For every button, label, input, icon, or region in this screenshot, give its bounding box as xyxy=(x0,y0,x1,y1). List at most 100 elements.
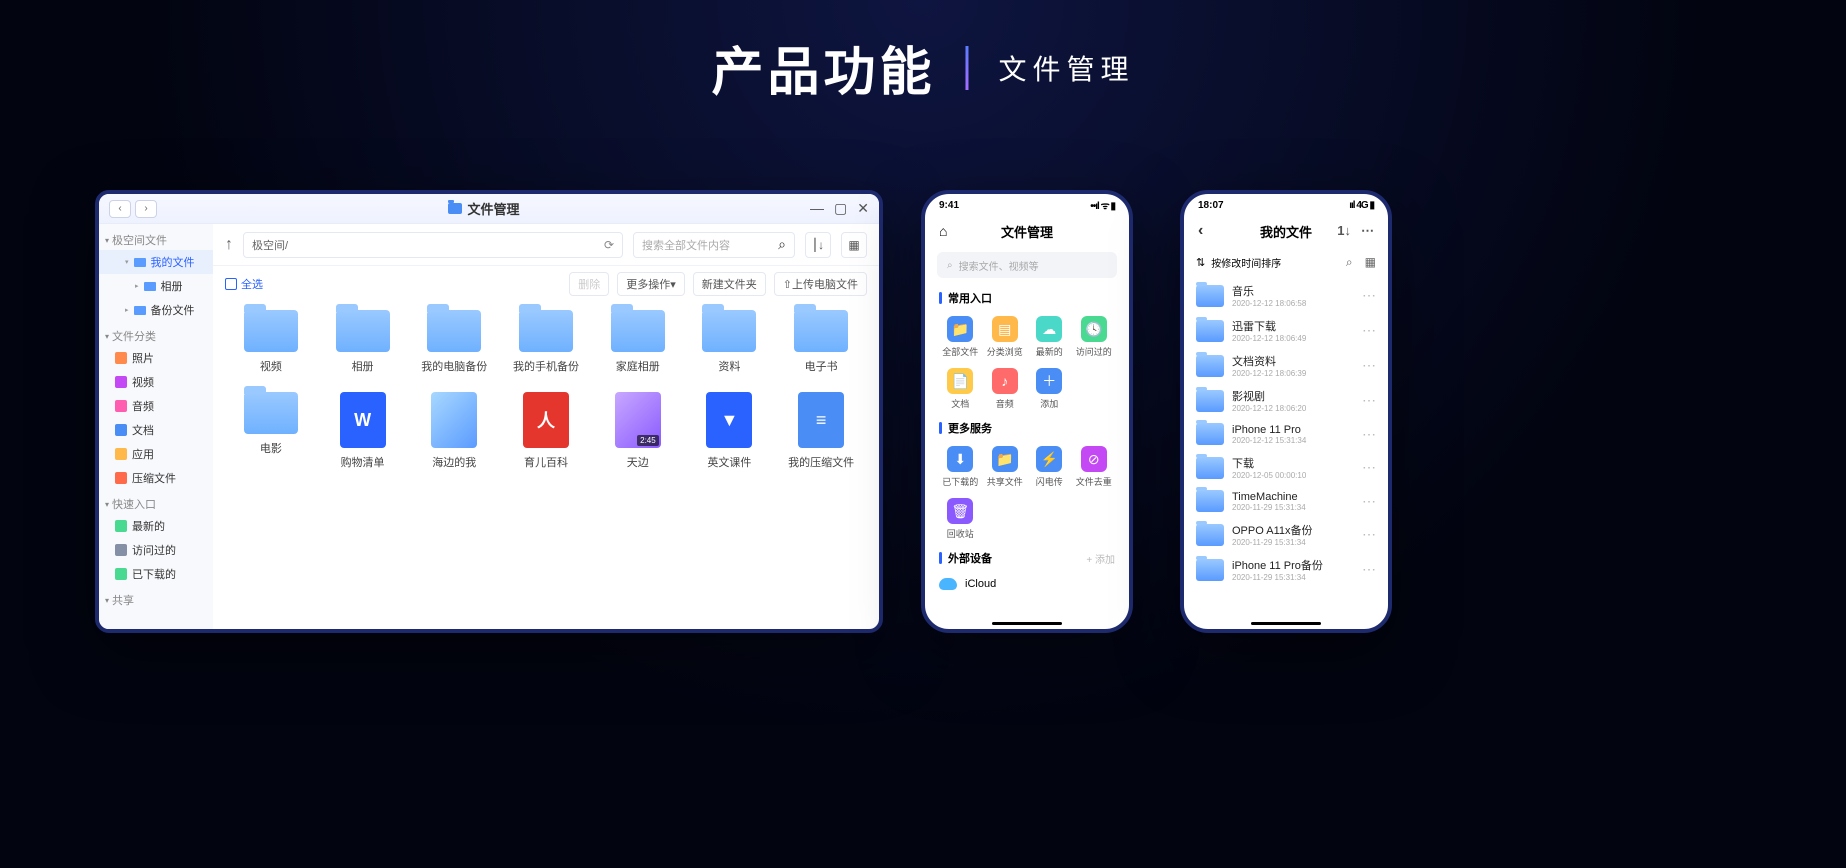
row-more-icon[interactable]: ⋯ xyxy=(1362,426,1376,443)
folder-row[interactable]: iPhone 11 Pro2020-12-12 15:31:34⋯ xyxy=(1196,418,1376,450)
app-tile[interactable]: 📁共享文件 xyxy=(984,442,1027,492)
file-name: 电影 xyxy=(260,440,282,456)
path-bar[interactable]: 极空间/ ⟳ xyxy=(243,232,623,258)
folder-date: 2020-11-29 15:31:34 xyxy=(1232,538,1354,547)
more-icon[interactable]: ⋯ xyxy=(1361,223,1374,239)
sidebar-album[interactable]: ▸相册 xyxy=(99,274,213,298)
more-actions-button[interactable]: 更多操作 ▾ xyxy=(617,272,685,296)
row-more-icon[interactable]: ⋯ xyxy=(1362,322,1376,339)
search-icon[interactable]: ⌕ xyxy=(1346,255,1353,270)
file-item[interactable]: ▼英文课件 xyxy=(688,388,772,474)
file-item[interactable]: 电子书 xyxy=(779,306,863,378)
file-item[interactable]: 海边的我 xyxy=(412,388,496,474)
row-more-icon[interactable]: ⋯ xyxy=(1362,526,1376,543)
sidebar-backup[interactable]: ▸备份文件 xyxy=(99,298,213,322)
tile-label: 文件去重 xyxy=(1076,475,1112,488)
folder-row[interactable]: 音乐2020-12-12 18:06:58 ⋯ xyxy=(1196,278,1376,313)
sidebar-categories-head[interactable]: 文件分类 xyxy=(99,326,213,346)
up-button[interactable]: ↑ xyxy=(225,236,233,254)
folder-date: 2020-12-12 18:06:58 xyxy=(1232,299,1354,308)
file-item[interactable]: 家庭相册 xyxy=(596,306,680,378)
app-tile[interactable]: 🕓访问过的 xyxy=(1073,312,1116,362)
sort-toggle-icon[interactable]: 1↓ xyxy=(1337,223,1351,239)
sort-bar[interactable]: ⇅ 按修改时间排序 ⌕▦ xyxy=(1196,250,1376,274)
row-more-icon[interactable]: ⋯ xyxy=(1362,459,1376,476)
file-item[interactable]: 视频 xyxy=(229,306,313,378)
sidebar-category-item[interactable]: 应用 xyxy=(99,442,213,466)
sidebar-category-item[interactable]: 音频 xyxy=(99,394,213,418)
upload-button[interactable]: ⇧ 上传电脑文件 xyxy=(774,272,867,296)
sidebar-category-item[interactable]: 视频 xyxy=(99,370,213,394)
add-device-button[interactable]: + 添加 xyxy=(1086,551,1115,566)
sidebar-category-item[interactable]: 文档 xyxy=(99,418,213,442)
search-input[interactable]: 搜索全部文件内容 ⌕ xyxy=(633,232,795,258)
sidebar-quick-head[interactable]: 快速入口 xyxy=(99,494,213,514)
phone-search-input[interactable]: ⌕ 搜索文件、视频等 xyxy=(937,252,1117,278)
sidebar-quick-item[interactable]: 已下载的 xyxy=(99,562,213,586)
file-item[interactable]: 我的电脑备份 xyxy=(412,306,496,378)
status-time: 18:07 xyxy=(1198,200,1224,211)
close-button[interactable]: ✕ xyxy=(857,200,869,217)
select-all-checkbox[interactable]: 全选 xyxy=(225,276,263,292)
sort-button[interactable]: ⎮↓ xyxy=(805,232,831,258)
file-item[interactable]: W购物清单 xyxy=(321,388,405,474)
delete-button[interactable]: 删除 xyxy=(569,272,609,296)
app-tile[interactable]: ＋添加 xyxy=(1028,364,1071,414)
home-icon[interactable]: ⌂ xyxy=(939,223,947,239)
app-tile[interactable]: ♪音频 xyxy=(984,364,1027,414)
app-tile[interactable]: ▤分类浏览 xyxy=(984,312,1027,362)
app-tile[interactable]: 🗑回收站 xyxy=(939,494,982,544)
app-tile[interactable]: 📁全部文件 xyxy=(939,312,982,362)
new-folder-button[interactable]: 新建文件夹 xyxy=(693,272,766,296)
sidebar-my-files[interactable]: ▾我的文件 xyxy=(99,250,213,274)
sidebar-category-item[interactable]: 压缩文件 xyxy=(99,466,213,490)
folder-row[interactable]: 迅雷下载2020-12-12 18:06:49⋯ xyxy=(1196,313,1376,348)
folder-row[interactable]: 影视剧2020-12-12 18:06:20⋯ xyxy=(1196,383,1376,418)
grid-view-icon[interactable]: ▦ xyxy=(1365,255,1376,270)
app-tile[interactable]: ⚡闪电传 xyxy=(1028,442,1071,492)
folder-row[interactable]: 文档资料2020-12-12 18:06:39⋯ xyxy=(1196,348,1376,383)
file-item[interactable]: 资料 xyxy=(688,306,772,378)
folder-row[interactable]: iPhone 11 Pro备份2020-11-29 15:31:34⋯ xyxy=(1196,552,1376,587)
folder-name: 音乐 xyxy=(1232,283,1354,299)
refresh-icon[interactable]: ⟳ xyxy=(604,238,614,252)
app-tile[interactable]: 📄文档 xyxy=(939,364,982,414)
minimize-button[interactable]: — xyxy=(810,200,824,217)
row-more-icon[interactable]: ⋯ xyxy=(1362,493,1376,510)
file-item[interactable]: 2:45天边 xyxy=(596,388,680,474)
file-item[interactable]: ≡我的压缩文件 xyxy=(779,388,863,474)
file-name: 我的压缩文件 xyxy=(788,454,854,470)
view-grid-button[interactable]: ▦ xyxy=(841,232,867,258)
sidebar-quick-item[interactable]: 访问过的 xyxy=(99,538,213,562)
folder-row[interactable]: 下载2020-12-05 00:00:10⋯ xyxy=(1196,450,1376,485)
phone-title: 我的文件 xyxy=(1260,222,1312,241)
file-item[interactable]: 相册 xyxy=(321,306,405,378)
maximize-button[interactable]: ▢ xyxy=(834,200,847,217)
folder-icon xyxy=(244,392,298,434)
tile-label: 最新的 xyxy=(1036,345,1063,358)
folder-date: 2020-12-12 18:06:49 xyxy=(1232,334,1354,343)
back-button[interactable]: ‹ xyxy=(1198,222,1203,240)
sidebar-root[interactable]: 极空间文件 xyxy=(99,230,213,250)
row-more-icon[interactable]: ⋯ xyxy=(1362,357,1376,374)
app-tile[interactable]: ☁最新的 xyxy=(1028,312,1071,362)
app-tile[interactable]: ⊘文件去重 xyxy=(1073,442,1116,492)
file-item[interactable]: 人育儿百科 xyxy=(504,388,588,474)
row-more-icon[interactable]: ⋯ xyxy=(1362,287,1376,304)
app-tile[interactable]: ⬇已下载的 xyxy=(939,442,982,492)
folder-row[interactable]: TimeMachine2020-11-29 15:31:34⋯ xyxy=(1196,485,1376,517)
nav-forward-button[interactable]: › xyxy=(135,200,157,218)
folder-icon xyxy=(134,306,146,315)
row-more-icon[interactable]: ⋯ xyxy=(1362,561,1376,578)
file-item[interactable]: 我的手机备份 xyxy=(504,306,588,378)
tile-label: 添加 xyxy=(1040,397,1058,410)
file-item[interactable]: 电影 xyxy=(229,388,313,474)
external-icloud[interactable]: iCloud xyxy=(925,572,1129,596)
folder-icon xyxy=(1196,524,1224,546)
row-more-icon[interactable]: ⋯ xyxy=(1362,392,1376,409)
sidebar-share-head[interactable]: 共享 xyxy=(99,590,213,610)
sidebar-category-item[interactable]: 照片 xyxy=(99,346,213,370)
nav-back-button[interactable]: ‹ xyxy=(109,200,131,218)
folder-row[interactable]: OPPO A11x备份2020-11-29 15:31:34⋯ xyxy=(1196,517,1376,552)
sidebar-quick-item[interactable]: 最新的 xyxy=(99,514,213,538)
